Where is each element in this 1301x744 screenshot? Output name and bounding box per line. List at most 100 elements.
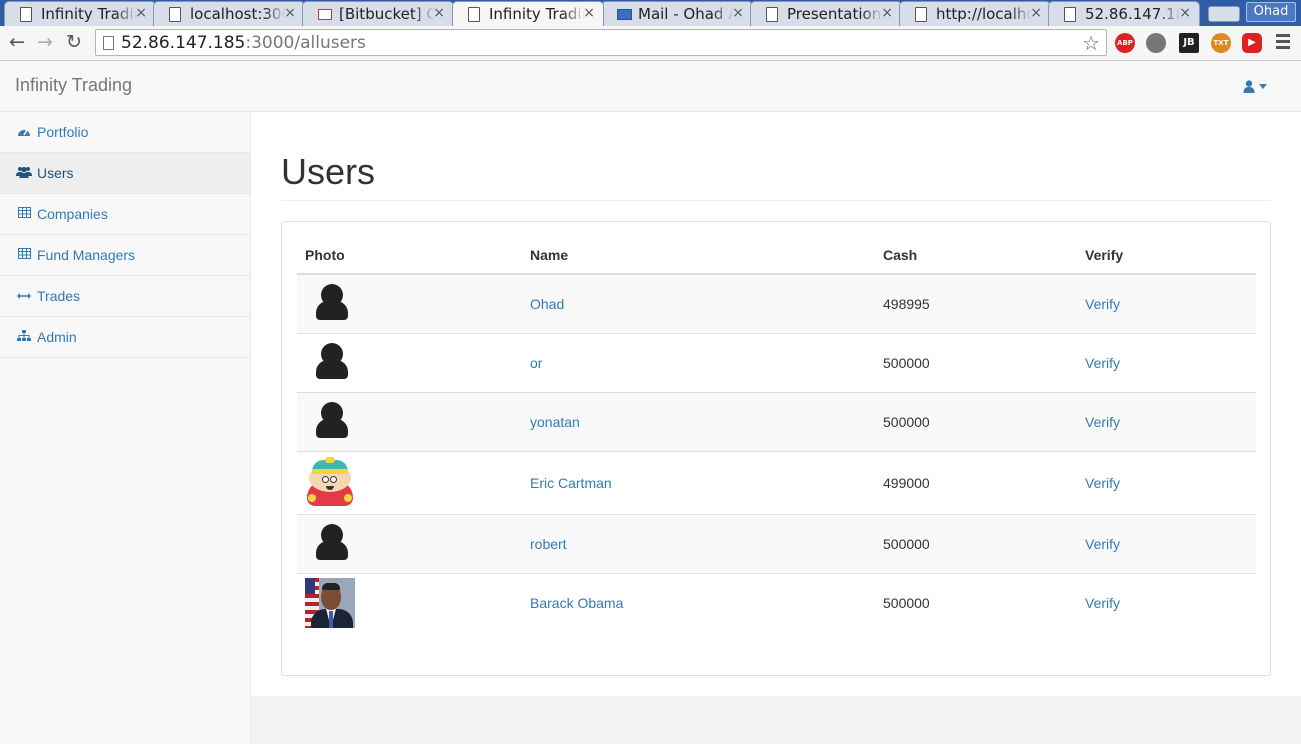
verify-link[interactable]: Verify	[1085, 296, 1120, 312]
film-reel-icon[interactable]	[1146, 33, 1166, 53]
obama-photo-image	[305, 577, 355, 628]
table-row: Eric Cartman 499000 Verify	[297, 450, 1256, 514]
table-header-row: Photo Name Cash Verify	[297, 237, 1256, 275]
address-bar[interactable]: 52.86.147.185:3000/allusers ☆	[95, 29, 1107, 56]
user-icon	[1243, 80, 1255, 93]
sidebar-item-label: Companies	[37, 206, 108, 222]
page-icon	[103, 36, 114, 50]
user-name-link[interactable]: Barack Obama	[530, 595, 623, 611]
verify-cell: Verify	[1077, 450, 1256, 514]
sidebar-item-label: Portfolio	[37, 124, 89, 140]
forward-icon[interactable]: →	[34, 31, 56, 53]
new-tab-button[interactable]	[1208, 6, 1240, 22]
table-row: yonatan 500000 Verify	[297, 391, 1256, 451]
close-icon[interactable]: ×	[284, 5, 296, 21]
reload-icon[interactable]: ↻	[63, 31, 85, 53]
tab-title: [Bitbucket] Co	[339, 5, 435, 23]
sidebar-item-companies[interactable]: Companies	[0, 194, 250, 235]
column-header-photo: Photo	[297, 237, 522, 275]
close-icon[interactable]: ×	[433, 5, 445, 21]
verify-link[interactable]: Verify	[1085, 414, 1120, 430]
gmail-icon	[318, 9, 332, 20]
brand-link[interactable]: Infinity Trading	[15, 75, 132, 96]
close-icon[interactable]: ×	[135, 5, 147, 21]
verify-link[interactable]: Verify	[1085, 475, 1120, 491]
user-name-link[interactable]: yonatan	[530, 414, 580, 430]
page-header: Users	[281, 152, 1271, 201]
sidebar-item-users[interactable]: Users	[0, 153, 250, 194]
name-cell: Ohad	[522, 273, 875, 333]
mail-icon	[617, 9, 632, 20]
user-dropdown-toggle[interactable]	[1243, 79, 1267, 94]
close-icon[interactable]: ×	[583, 5, 595, 21]
verify-cell: Verify	[1077, 332, 1256, 392]
profile-button[interactable]: Ohad	[1246, 2, 1296, 22]
browser-tab[interactable]: 52.86.147.185 ×	[1048, 1, 1200, 26]
users-icon	[16, 166, 32, 180]
cartman-avatar-image	[305, 456, 355, 508]
close-icon[interactable]: ×	[732, 5, 744, 21]
hamburger-menu-icon[interactable]	[1276, 34, 1290, 52]
browser-toolbar: ← → ↻ 52.86.147.185:3000/allusers ☆ ABP …	[0, 26, 1301, 61]
jetbrains-icon[interactable]: JB	[1179, 33, 1199, 53]
sidebar-item-portfolio[interactable]: Portfolio	[0, 112, 250, 153]
sidebar-item-admin[interactable]: Admin	[0, 317, 250, 358]
verify-link[interactable]: Verify	[1085, 355, 1120, 371]
user-name-link[interactable]: Ohad	[530, 296, 564, 312]
tab-title: Mail - Ohad Ac	[638, 5, 734, 23]
page-wrapper: Users Photo Name Cash Verify Ohad 498995	[251, 112, 1301, 696]
column-header-verify: Verify	[1077, 237, 1256, 275]
url-text[interactable]: 52.86.147.185:3000/allusers	[121, 33, 366, 53]
browser-tab[interactable]: Presentation ×	[750, 1, 902, 26]
table-row: Barack Obama 500000 Verify	[297, 572, 1256, 632]
sidebar-item-label: Users	[37, 165, 74, 181]
caret-down-icon	[1259, 84, 1267, 89]
tab-title: Infinity Trading	[41, 5, 137, 23]
photo-cell	[297, 513, 522, 573]
browser-tab[interactable]: Mail - Ohad Ac ×	[601, 1, 753, 26]
cash-cell: 500000	[875, 572, 1077, 632]
user-name-link[interactable]: Eric Cartman	[530, 475, 612, 491]
name-cell: or	[522, 332, 875, 392]
page-icon	[20, 7, 32, 22]
browser-tab[interactable]: [Bitbucket] Co ×	[302, 1, 454, 26]
column-header-cash: Cash	[875, 237, 1077, 275]
text-extension-icon[interactable]: TXT	[1211, 33, 1231, 53]
sidebar-item-label: Trades	[37, 288, 81, 304]
cash-cell: 500000	[875, 391, 1077, 451]
name-cell: Barack Obama	[522, 572, 875, 632]
back-icon[interactable]: ←	[6, 31, 28, 53]
verify-link[interactable]: Verify	[1085, 595, 1120, 611]
verify-link[interactable]: Verify	[1085, 536, 1120, 552]
browser-tab[interactable]: localhost:3000 ×	[153, 1, 305, 26]
table-icon	[16, 248, 32, 262]
sidebar-item-fund-managers[interactable]: Fund Managers	[0, 235, 250, 276]
browser-tabstrip: Infinity Trading × localhost:3000 × [Bit…	[0, 0, 1301, 26]
default-avatar-icon	[305, 279, 355, 329]
default-avatar-icon	[305, 338, 355, 388]
tab-title: localhost:3000	[190, 5, 286, 23]
browser-tab[interactable]: http://localhost ×	[899, 1, 1051, 26]
youtube-icon[interactable]: ▶	[1242, 33, 1262, 53]
tab-title: http://localhost	[936, 5, 1032, 23]
verify-cell: Verify	[1077, 513, 1256, 573]
verify-cell: Verify	[1077, 391, 1256, 451]
adblock-plus-icon[interactable]: ABP	[1115, 33, 1135, 53]
sidebar-item-label: Admin	[37, 329, 77, 345]
user-name-link[interactable]: or	[530, 355, 542, 371]
close-icon[interactable]: ×	[1030, 5, 1042, 21]
close-icon[interactable]: ×	[881, 5, 893, 21]
page-icon	[1064, 7, 1076, 22]
user-name-link[interactable]: robert	[530, 536, 567, 552]
table-row: Ohad 498995 Verify	[297, 273, 1256, 333]
sidebar-item-trades[interactable]: Trades	[0, 276, 250, 317]
browser-tab-active[interactable]: Infinity Trading ×	[452, 1, 604, 26]
default-avatar-icon	[305, 519, 355, 569]
arrows-h-icon	[16, 289, 32, 303]
verify-cell: Verify	[1077, 273, 1256, 333]
close-icon[interactable]: ×	[1179, 5, 1191, 21]
browser-tab[interactable]: Infinity Trading ×	[4, 1, 156, 26]
url-host: 52.86.147.185	[121, 33, 246, 53]
sidebar: Portfolio Users Companies Fund Managers …	[0, 112, 251, 744]
bookmark-star-icon[interactable]: ☆	[1082, 31, 1100, 55]
